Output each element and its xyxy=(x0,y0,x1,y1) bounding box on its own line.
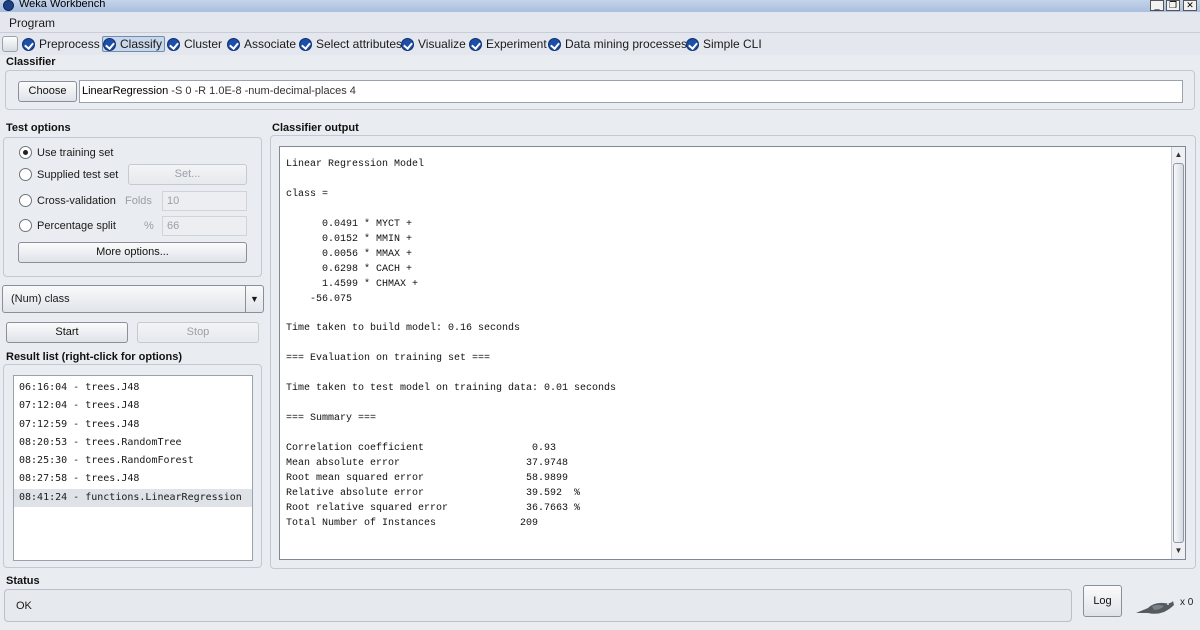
radio-label: Cross-validation xyxy=(37,194,116,207)
classifier-config-field[interactable]: LinearRegression -S 0 -R 1.0E-8 -num-dec… xyxy=(79,80,1183,103)
status-section-label: Status xyxy=(6,575,40,587)
test-options-label: Test options xyxy=(6,122,71,134)
more-options-button[interactable]: More options... xyxy=(18,242,247,263)
output-scrollbar[interactable]: ▲ ▼ xyxy=(1171,147,1185,559)
tab-visualize[interactable]: Visualize xyxy=(401,36,466,52)
tab-preprocess[interactable]: Preprocess xyxy=(22,36,100,52)
restore-button[interactable]: ❐ xyxy=(1166,0,1180,11)
folds-label: Folds xyxy=(125,195,152,207)
weka-app-icon xyxy=(3,0,14,11)
radio-label: Supplied test set xyxy=(37,168,119,181)
result-list-item[interactable]: 08:27:58 - trees.J48 xyxy=(14,470,252,488)
scroll-thumb[interactable] xyxy=(1173,163,1184,543)
choose-button[interactable]: Choose xyxy=(18,81,77,102)
classifier-options: -S 0 -R 1.0E-8 -num-decimal-places 4 xyxy=(168,85,356,97)
scroll-down-arrow-icon[interactable]: ▼ xyxy=(1172,544,1185,558)
close-button[interactable]: ✕ xyxy=(1183,0,1197,11)
check-circle-icon xyxy=(103,37,116,51)
check-circle-icon xyxy=(22,37,35,51)
result-list-label: Result list (right-click for options) xyxy=(6,351,183,363)
tab-label: Data mining processes xyxy=(565,37,688,51)
chevron-down-icon: ▼ xyxy=(245,286,263,312)
class-select-value: (Num) class xyxy=(11,293,70,305)
classifier-output-label: Classifier output xyxy=(272,122,359,134)
tab-select-attributes[interactable]: Select attributes xyxy=(299,36,402,52)
menu-program[interactable]: Program xyxy=(9,16,55,30)
tab-bar: Preprocess Classify Cluster Associate Se… xyxy=(0,33,1200,55)
radio-label: Use training set xyxy=(37,146,114,159)
classifier-output-text: Linear Regression Model class = 0.0491 *… xyxy=(286,159,617,529)
check-circle-icon xyxy=(469,37,482,51)
use-training-set-radio[interactable]: Use training set xyxy=(19,146,113,159)
tab-label: Visualize xyxy=(418,37,466,51)
radio-checked-icon xyxy=(19,146,32,159)
set-test-set-button[interactable]: Set... xyxy=(128,164,247,185)
result-list-item[interactable]: 07:12:04 - trees.J48 xyxy=(14,397,252,415)
start-button[interactable]: Start xyxy=(6,322,128,343)
tab-label: Cluster xyxy=(184,37,223,51)
result-list-item[interactable]: 08:25:30 - trees.RandomForest xyxy=(14,452,252,470)
supplied-test-set-radio[interactable]: Supplied test set xyxy=(19,168,118,181)
radio-icon xyxy=(19,219,32,232)
result-list-item[interactable]: 06:16:04 - trees.J48 xyxy=(14,379,252,397)
tab-label: Associate xyxy=(244,37,297,51)
task-count: x 0 xyxy=(1180,597,1194,608)
tab-overflow-button[interactable] xyxy=(2,36,18,52)
tab-simple-cli[interactable]: Simple CLI xyxy=(686,36,762,52)
class-attribute-select[interactable]: (Num) class ▼ xyxy=(2,285,264,313)
status-text: OK xyxy=(16,600,32,612)
check-circle-icon xyxy=(686,37,699,51)
check-circle-icon xyxy=(299,37,312,51)
result-list-item[interactable]: 08:20:53 - trees.RandomTree xyxy=(14,434,252,452)
tab-label: Classify xyxy=(120,37,163,51)
percent-label: % xyxy=(144,220,154,232)
result-list-item-selected[interactable]: 08:41:24 - functions.LinearRegression xyxy=(14,488,252,508)
tab-label: Experiment xyxy=(486,37,547,51)
menu-bar: Program xyxy=(0,12,1200,33)
tab-classify[interactable]: Classify xyxy=(102,36,166,52)
tab-associate[interactable]: Associate xyxy=(227,36,296,52)
tab-label: Preprocess xyxy=(39,37,100,51)
tab-label: Select attributes xyxy=(316,37,403,51)
check-circle-icon xyxy=(167,37,180,51)
result-list-item[interactable]: 07:12:59 - trees.J48 xyxy=(14,416,252,434)
tab-data-mining-processes[interactable]: Data mining processes xyxy=(548,36,687,52)
folds-input[interactable]: 10 xyxy=(162,191,247,211)
radio-icon xyxy=(19,194,32,207)
classifier-section-label: Classifier xyxy=(6,56,56,68)
stop-button[interactable]: Stop xyxy=(137,322,259,343)
minimize-button[interactable]: _ xyxy=(1150,0,1164,11)
window-title: Weka Workbench xyxy=(19,0,106,10)
check-circle-icon xyxy=(401,37,414,51)
tab-experiment[interactable]: Experiment xyxy=(469,36,547,52)
window-title-bar: Weka Workbench _ ❐ ✕ xyxy=(0,0,1200,12)
log-button[interactable]: Log xyxy=(1083,585,1122,617)
percentage-input[interactable]: 66 xyxy=(162,216,247,236)
weka-bird-icon[interactable] xyxy=(1134,596,1176,618)
check-circle-icon xyxy=(548,37,561,51)
classifier-output-text-area[interactable]: Linear Regression Model class = 0.0491 *… xyxy=(279,146,1186,560)
check-circle-icon xyxy=(227,37,240,51)
result-list[interactable]: 06:16:04 - trees.J48 07:12:04 - trees.J4… xyxy=(13,375,253,561)
classifier-name: LinearRegression xyxy=(82,85,169,97)
scroll-up-arrow-icon[interactable]: ▲ xyxy=(1172,148,1185,162)
radio-icon xyxy=(19,168,32,181)
status-bar xyxy=(4,589,1072,622)
percentage-split-radio[interactable]: Percentage split xyxy=(19,219,116,232)
cross-validation-radio[interactable]: Cross-validation xyxy=(19,194,116,207)
tab-label: Simple CLI xyxy=(703,37,762,51)
radio-label: Percentage split xyxy=(37,219,116,232)
tab-cluster[interactable]: Cluster xyxy=(167,36,222,52)
